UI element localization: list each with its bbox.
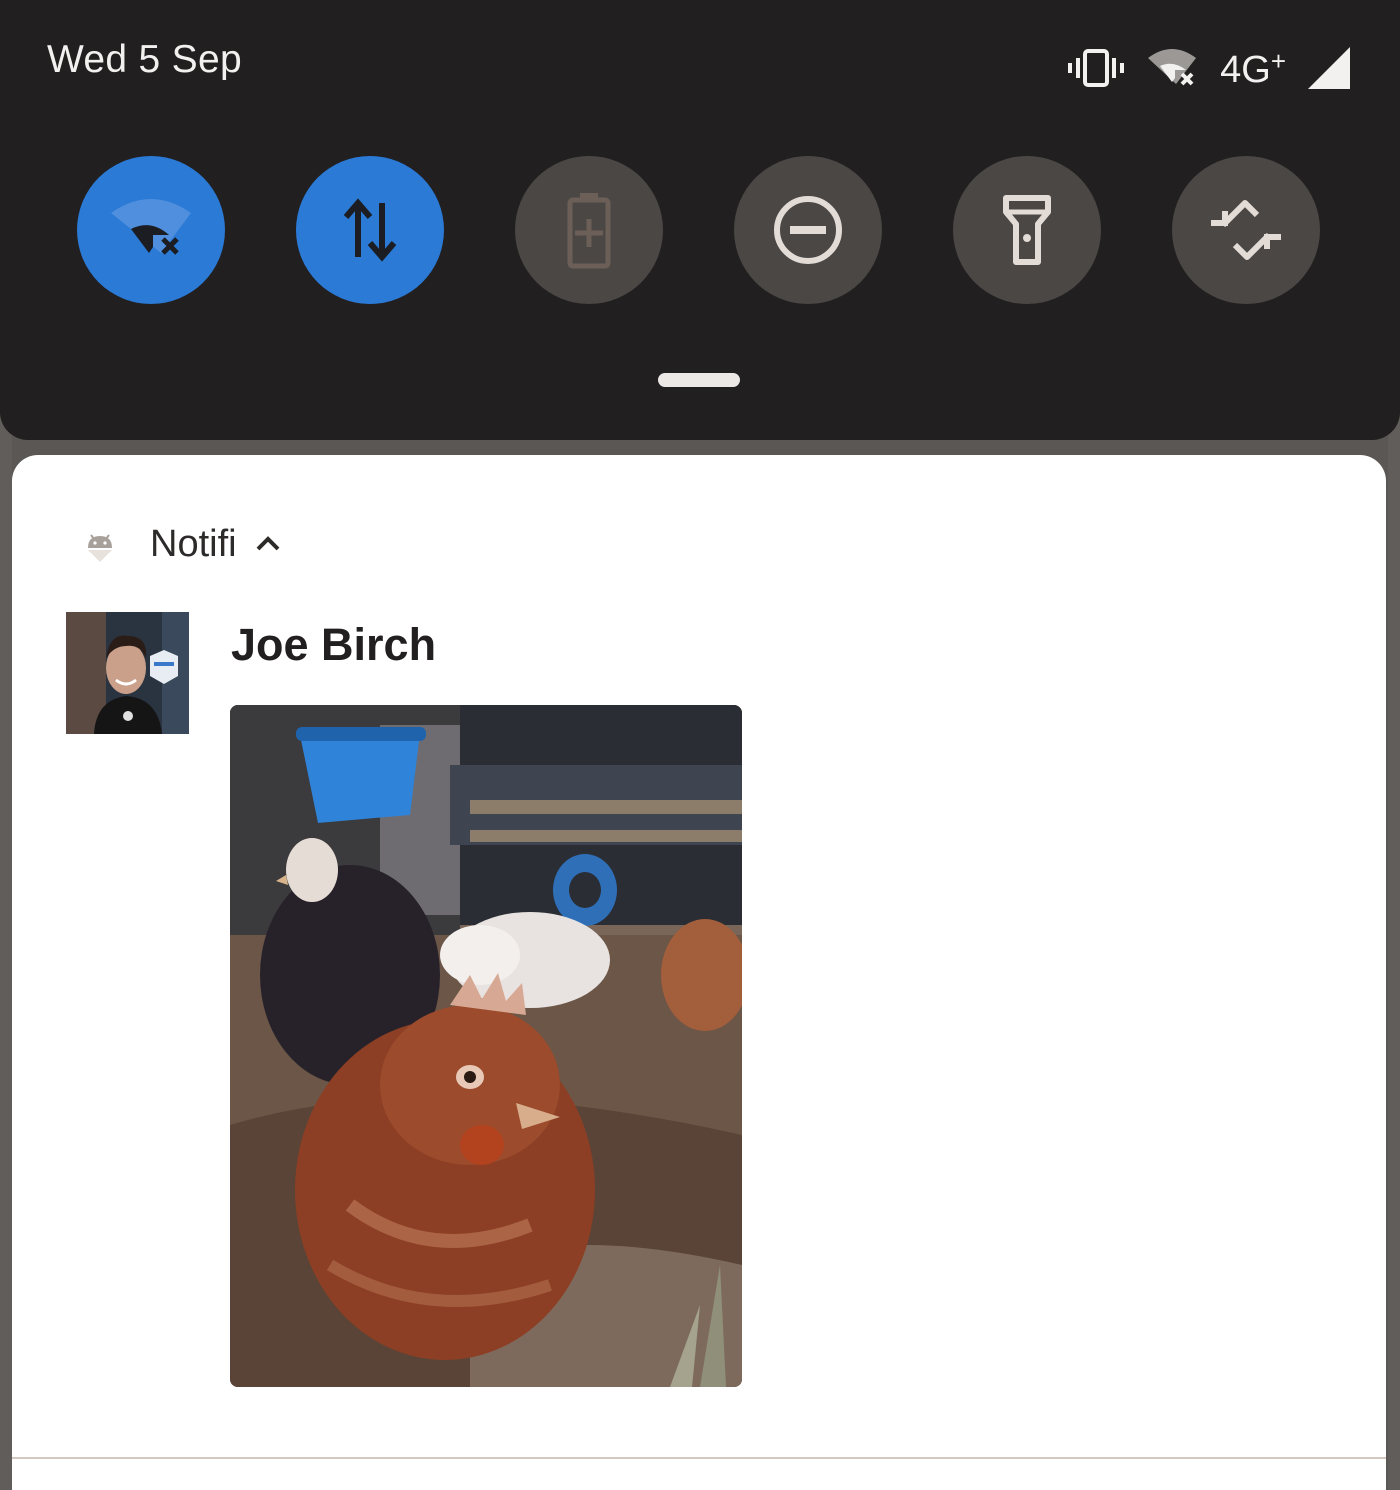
status-icons: 4G+ [1068,40,1350,96]
tile-wifi[interactable] [77,156,225,304]
wifi-off-icon [111,199,191,255]
chevron-up-icon[interactable] [253,529,283,559]
avatar-image [66,612,189,734]
tile-mobile-data[interactable] [296,156,444,304]
tile-do-not-disturb[interactable] [734,156,882,304]
chicken-photo [230,705,742,1387]
android-app-icon [88,534,112,562]
quick-settings-tiles [77,156,1327,306]
notification-card[interactable]: Notifi Joe Birch [12,455,1386,1490]
status-date: Wed 5 Sep [47,38,242,81]
notification-divider [12,1457,1386,1459]
wifi-off-icon [1148,49,1197,86]
notification-header[interactable]: Notifi [82,522,283,566]
app-name: Notifi [150,522,237,565]
android-screen: Wed 5 Sep 4G+ Notifi Joe Birch [0,0,1400,1490]
network-type-suffix: + [1270,45,1286,76]
notification-image[interactable] [230,705,742,1387]
shade-drag-handle[interactable] [658,373,740,387]
network-type: 4G+ [1220,48,1286,89]
network-type-label: 4G [1220,48,1271,91]
mobile-data-icon [343,198,397,262]
cell-signal-icon [1308,47,1350,89]
quick-settings-shade: Wed 5 Sep 4G+ [0,0,1400,440]
tile-flashlight[interactable] [953,156,1101,304]
notification-title: Joe Birch [231,619,437,670]
auto-rotate-icon [1211,200,1281,260]
avatar [66,612,189,734]
do-not-disturb-icon [774,196,842,264]
flashlight-icon [1003,195,1051,265]
tile-battery-saver[interactable] [515,156,663,304]
vibrate-icon [1068,49,1125,87]
tile-auto-rotate[interactable] [1172,156,1320,304]
battery-saver-icon [567,193,611,269]
status-bar: Wed 5 Sep 4G+ [0,0,1400,120]
